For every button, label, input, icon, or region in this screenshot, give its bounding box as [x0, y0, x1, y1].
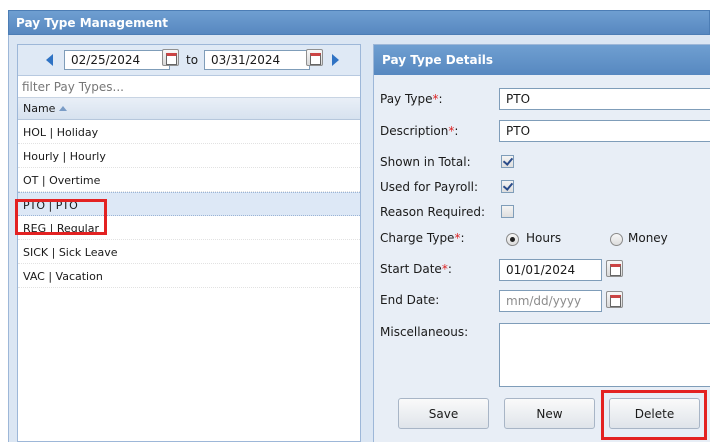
save-button[interactable]: Save — [398, 398, 489, 429]
charge-type-hours-label: Hours — [526, 231, 562, 245]
charge-type-hours-radio[interactable] — [506, 233, 519, 246]
miscellaneous-textarea[interactable] — [499, 323, 710, 387]
reason-required-checkbox[interactable] — [501, 205, 514, 218]
end-date-calendar-icon[interactable] — [606, 291, 623, 308]
description-field[interactable]: PTO — [499, 120, 710, 142]
from-calendar-icon[interactable] — [162, 49, 179, 66]
used-for-payroll-checkbox[interactable] — [501, 180, 514, 193]
delete-highlight-box — [601, 390, 707, 440]
list-item[interactable]: VAC | Vacation — [18, 264, 360, 288]
end-date-label: End Date: — [380, 293, 440, 307]
pay-type-field[interactable]: PTO — [499, 88, 710, 110]
sort-ascending-icon — [59, 106, 68, 111]
list-item[interactable]: HOL | Holiday — [18, 120, 360, 144]
previous-period-icon[interactable] — [46, 54, 53, 66]
charge-type-money-label: Money — [628, 231, 668, 245]
name-column-header[interactable]: Name — [18, 98, 360, 120]
from-date-input[interactable]: 02/25/2024 — [64, 50, 170, 70]
next-period-icon[interactable] — [332, 54, 339, 66]
app-title-bar: Pay Type Management — [8, 10, 710, 35]
list-item[interactable]: Hourly | Hourly — [18, 144, 360, 168]
new-button[interactable]: New — [504, 398, 595, 429]
pto-highlight-box — [15, 199, 107, 235]
used-for-payroll-label: Used for Payroll: — [380, 180, 479, 194]
description-label: Description*: — [380, 124, 459, 138]
pay-type-details-panel: Pay Type Details Pay Type*: PTO Descript… — [373, 44, 710, 442]
to-date-input[interactable]: 03/31/2024 — [204, 50, 310, 70]
start-date-input[interactable]: 01/01/2024 — [499, 259, 602, 281]
charge-type-money-radio[interactable] — [610, 233, 623, 246]
to-label: to — [186, 53, 199, 67]
miscellaneous-label: Miscellaneous: — [380, 325, 469, 339]
list-item[interactable]: OT | Overtime — [18, 168, 360, 192]
pay-type-label: Pay Type*: — [380, 92, 443, 106]
date-range-bar: 02/25/2024 to 03/31/2024 — [18, 45, 360, 76]
reason-required-label: Reason Required: — [380, 205, 485, 219]
start-date-label: Start Date*: — [380, 262, 452, 276]
app-title: Pay Type Management — [16, 16, 169, 30]
end-date-input[interactable]: mm/dd/yyyy — [499, 290, 602, 312]
shown-in-total-checkbox[interactable] — [501, 155, 514, 168]
name-column-label: Name — [23, 102, 56, 115]
details-title: Pay Type Details — [374, 45, 710, 75]
details-form: Pay Type*: PTO Description*: PTO Shown i… — [374, 75, 710, 442]
filter-pay-types-input[interactable]: filter Pay Types... — [18, 76, 360, 98]
list-item[interactable]: SICK | Sick Leave — [18, 240, 360, 264]
charge-type-label: Charge Type*: — [380, 231, 465, 245]
to-calendar-icon[interactable] — [306, 49, 323, 66]
pay-type-list-panel: 02/25/2024 to 03/31/2024 filter Pay Type… — [17, 44, 361, 442]
start-date-calendar-icon[interactable] — [606, 260, 623, 277]
shown-in-total-label: Shown in Total: — [380, 155, 471, 169]
